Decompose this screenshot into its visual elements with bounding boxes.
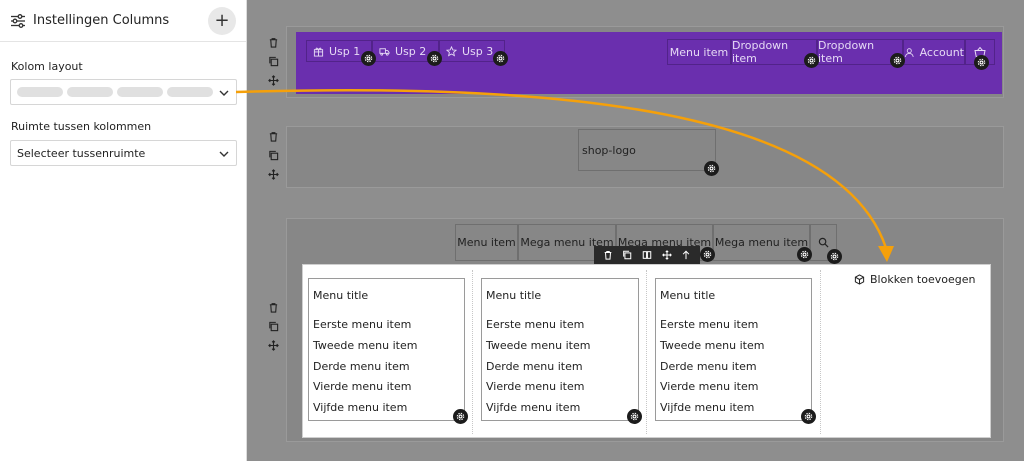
menu-column-1[interactable]: Menu title Eerste menu item Tweede menu …: [308, 278, 465, 421]
layout-skeleton-3: [117, 87, 163, 97]
list-item[interactable]: Tweede menu item: [313, 339, 417, 352]
columns-icon[interactable]: [642, 250, 652, 260]
gift-icon: [313, 47, 324, 57]
trash-icon[interactable]: [268, 131, 279, 142]
settings-sidebar: Instellingen Columns + Kolom layout Ruim…: [0, 0, 247, 461]
nav-menu-item[interactable]: Menu item: [667, 39, 731, 65]
gear-icon[interactable]: [801, 409, 816, 424]
mega-menu-item[interactable]: Mega menu item: [713, 224, 810, 261]
duplicate-icon[interactable]: [268, 150, 279, 161]
list-item[interactable]: Eerste menu item: [660, 318, 758, 331]
list-item[interactable]: Tweede menu item: [660, 339, 764, 352]
account-label: Account: [919, 45, 964, 59]
list-item[interactable]: Vijfde menu item: [313, 401, 407, 414]
nav-account[interactable]: Account: [903, 39, 965, 65]
menu-column-3[interactable]: Menu title Eerste menu item Tweede menu …: [655, 278, 812, 421]
gear-icon[interactable]: [704, 161, 719, 176]
gear-icon[interactable]: [361, 51, 376, 66]
gear-icon[interactable]: [700, 247, 715, 262]
gear-icon[interactable]: [974, 55, 989, 70]
block-toolbar: [594, 246, 700, 264]
list-item[interactable]: Eerste menu item: [313, 318, 411, 331]
shop-logo-image[interactable]: shop-logo: [578, 129, 716, 171]
add-blocks-button[interactable]: Blokken toevoegen: [854, 273, 975, 286]
move-icon[interactable]: [661, 250, 672, 260]
row3-tools: [266, 302, 280, 351]
add-button[interactable]: +: [208, 6, 236, 35]
arrow-up-icon[interactable]: [681, 250, 691, 260]
gear-icon[interactable]: [453, 409, 468, 424]
duplicate-icon[interactable]: [268, 56, 279, 67]
kolom-layout-select[interactable]: [10, 79, 237, 105]
menu-item[interactable]: Menu item: [455, 224, 518, 261]
move-icon[interactable]: [267, 340, 279, 351]
kolom-layout-label: Kolom layout: [11, 60, 83, 73]
gear-icon[interactable]: [890, 53, 905, 68]
row1-tools: [266, 37, 280, 86]
move-icon[interactable]: [267, 169, 279, 180]
list-item[interactable]: Derde menu item: [486, 360, 583, 373]
column-separator: [820, 270, 821, 434]
column-separator: [646, 270, 647, 434]
search-icon: [818, 237, 829, 248]
list-item[interactable]: Eerste menu item: [486, 318, 584, 331]
trash-icon[interactable]: [268, 302, 279, 313]
shop-logo-alt: shop-logo: [582, 144, 636, 157]
user-icon: [904, 47, 914, 57]
sidebar-title: Instellingen Columns: [33, 13, 170, 28]
move-icon[interactable]: [267, 75, 279, 86]
duplicate-icon[interactable]: [268, 321, 279, 332]
chevron-down-icon: [219, 151, 229, 157]
gear-icon[interactable]: [493, 51, 508, 66]
ruimte-select-value: Selecteer tussenruimte: [17, 146, 146, 160]
truck-icon: [379, 47, 390, 56]
menu-title: Menu title: [313, 289, 369, 302]
menu-column-2[interactable]: Menu title Eerste menu item Tweede menu …: [481, 278, 639, 421]
list-item[interactable]: Derde menu item: [313, 360, 410, 373]
menu-title: Menu title: [486, 289, 542, 302]
chevron-down-icon: [219, 90, 229, 96]
gear-icon[interactable]: [427, 51, 442, 66]
usp-label: Usp 1: [329, 44, 361, 58]
gear-icon[interactable]: [804, 53, 819, 68]
trash-icon[interactable]: [268, 37, 279, 48]
gear-icon[interactable]: [627, 409, 642, 424]
list-item[interactable]: Vierde menu item: [313, 380, 411, 393]
layout-skeleton-2: [67, 87, 113, 97]
star-icon: [446, 45, 457, 57]
list-item[interactable]: Vierde menu item: [486, 380, 584, 393]
sidebar-header: Instellingen Columns +: [0, 0, 246, 42]
ruimte-select[interactable]: Selecteer tussenruimte: [10, 140, 237, 166]
column-separator: [472, 270, 473, 434]
usp-label: Usp 2: [395, 44, 427, 58]
ruimte-label: Ruimte tussen kolommen: [11, 120, 152, 133]
add-blocks-label: Blokken toevoegen: [870, 273, 976, 286]
layout-skeleton-4: [167, 87, 213, 97]
layout-skeleton-1: [17, 87, 63, 97]
duplicate-icon[interactable]: [622, 250, 632, 260]
trash-icon[interactable]: [603, 250, 613, 260]
cube-icon: [854, 274, 865, 285]
gear-icon[interactable]: [827, 249, 842, 264]
row2-tools: [266, 131, 280, 180]
list-item[interactable]: Vierde menu item: [660, 380, 758, 393]
list-item[interactable]: Tweede menu item: [486, 339, 590, 352]
list-item[interactable]: Vijfde menu item: [660, 401, 754, 414]
sliders-icon: [11, 13, 25, 28]
list-item[interactable]: Derde menu item: [660, 360, 757, 373]
gear-icon[interactable]: [797, 247, 812, 262]
list-item[interactable]: Vijfde menu item: [486, 401, 580, 414]
usp-label: Usp 3: [462, 44, 494, 58]
menu-title: Menu title: [660, 289, 716, 302]
